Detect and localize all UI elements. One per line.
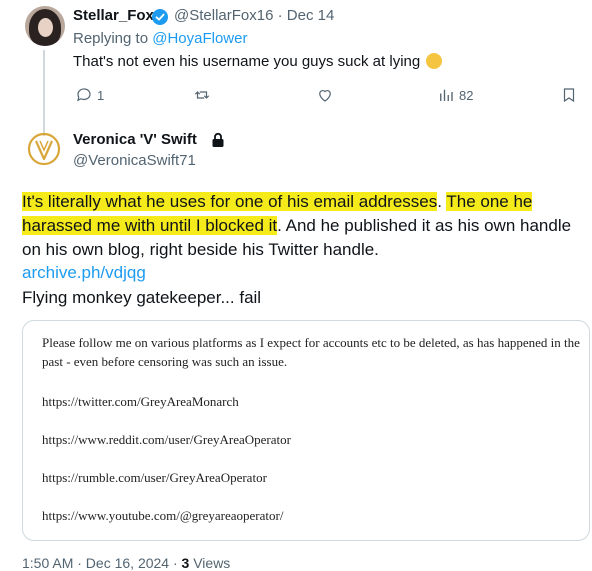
thread-line — [43, 50, 45, 136]
body-text-segment: . — [437, 192, 447, 211]
verified-badge-icon — [152, 9, 168, 25]
replying-handle-link[interactable]: @HoyaFlower — [152, 30, 247, 47]
like-button[interactable] — [316, 86, 334, 104]
author-handle[interactable]: @VeronicaSwift71 — [73, 152, 196, 169]
tweet-text: That's not even his username you guys su… — [73, 53, 443, 70]
avatar[interactable] — [25, 6, 65, 46]
tweet-text-content: That's not even his username you guys su… — [73, 53, 421, 70]
lock-icon — [212, 132, 224, 147]
author-name[interactable]: Stellar_Fox — [73, 7, 154, 24]
archive-link[interactable]: archive.ph/vdjqg — [22, 263, 146, 283]
veronica-logo-avatar[interactable] — [26, 131, 62, 167]
highlighted-text: It's literally what he uses for one of h… — [22, 192, 438, 211]
image-link-text: https://rumble.com/user/GreyAreaOperator — [42, 470, 267, 485]
tweet-body: It's literally what he uses for one of h… — [22, 190, 582, 262]
author-handle-date[interactable]: @StellarFox16 · Dec 14 — [174, 7, 334, 24]
image-link-text: https://twitter.com/GreyAreaMonarch — [42, 394, 239, 409]
bookmark-button[interactable] — [560, 86, 578, 104]
image-paragraph: Please follow me on various platforms as… — [42, 335, 580, 369]
bookmark-icon — [563, 88, 575, 103]
timestamp-text[interactable]: 1:50 AM · Dec 16, 2024 · — [22, 555, 182, 571]
retweet-button[interactable] — [193, 86, 211, 104]
avatar-face — [38, 18, 53, 37]
replying-prefix: Replying to — [73, 30, 153, 47]
reply-count: 1 — [97, 87, 105, 103]
views-label: Views — [189, 555, 231, 571]
author-name[interactable]: Veronica 'V' Swift — [73, 131, 197, 148]
retweet-icon — [194, 91, 210, 99]
image-link-text: https://www.reddit.com/user/GreyAreaOper… — [42, 432, 291, 447]
image-link-text: https://www.youtube.com/@greyareaoperato… — [42, 508, 284, 523]
reply-icon — [77, 88, 91, 102]
face-emoji-icon — [426, 53, 443, 69]
views-button[interactable]: 82 — [437, 86, 473, 104]
closing-text: Flying monkey gatekeeper... fail — [22, 288, 262, 307]
analytics-icon — [440, 89, 453, 101]
replying-to: Replying to @HoyaFlower — [73, 30, 247, 47]
reply-button[interactable]: 1 — [75, 86, 104, 104]
heart-icon — [319, 90, 331, 102]
tweet-timestamp: 1:50 AM · Dec 16, 2024 · 3 Views — [22, 555, 230, 571]
views-count: 82 — [459, 87, 474, 103]
